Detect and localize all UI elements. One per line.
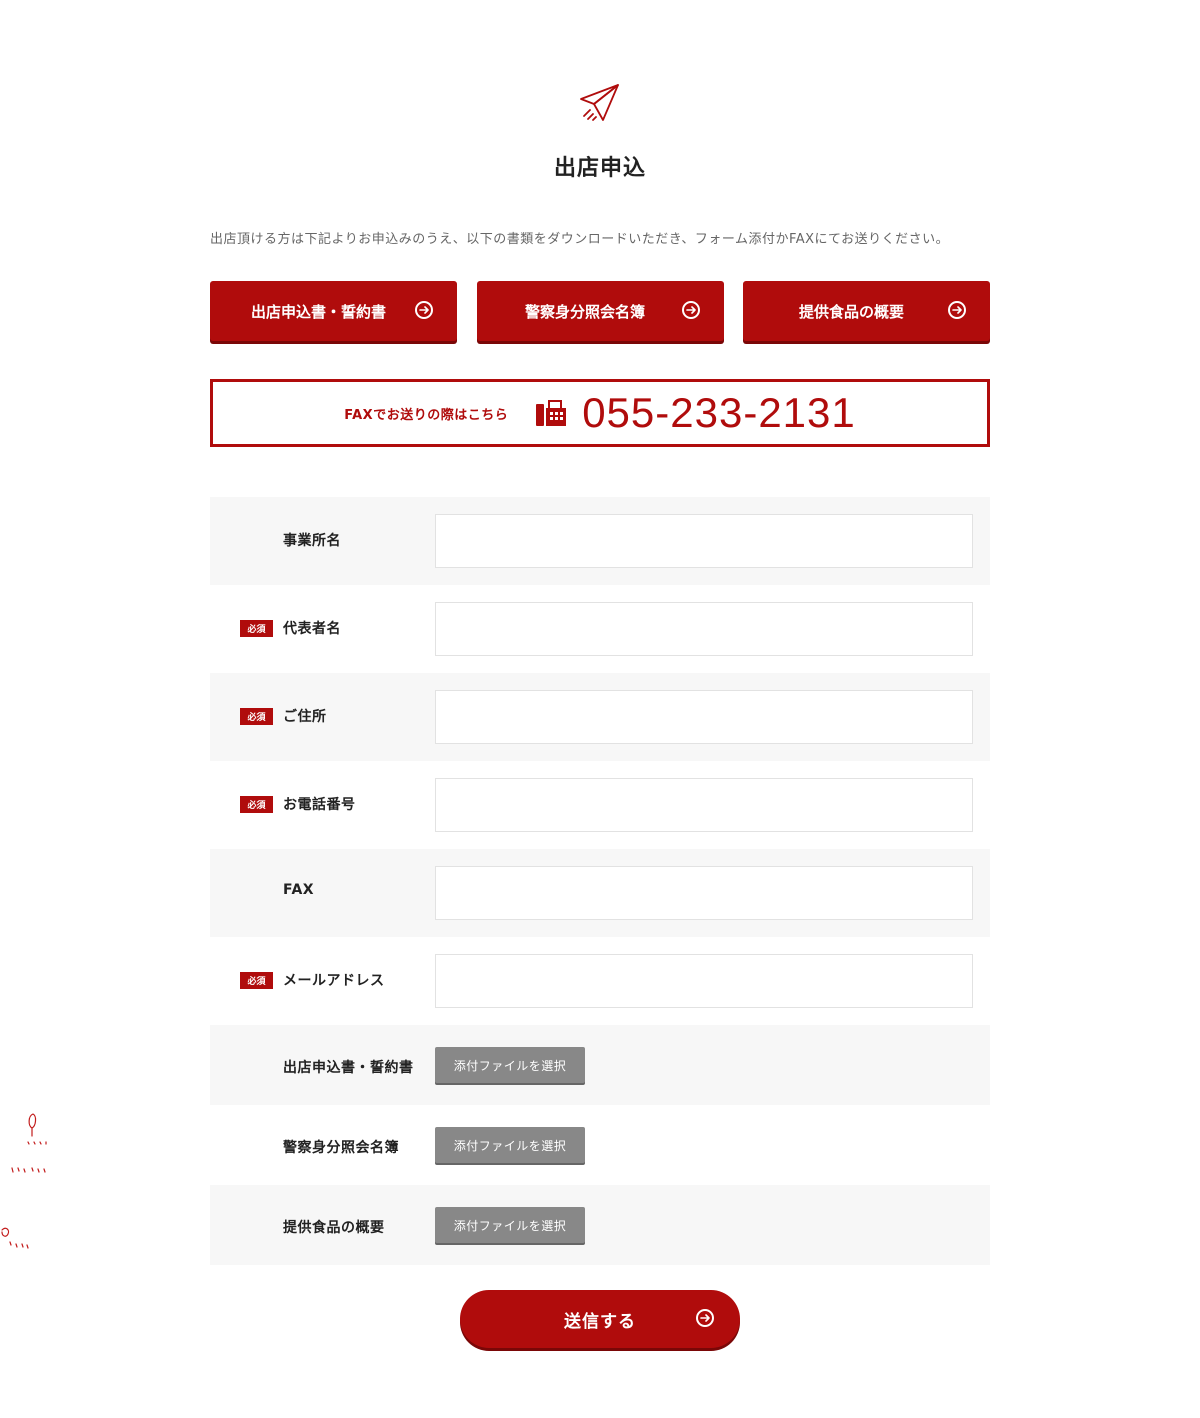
attach-police-list-file-button[interactable]: 添付ファイルを選択 — [435, 1127, 585, 1163]
representative-input[interactable] — [435, 602, 973, 656]
download-food-summary-button[interactable]: 提供食品の概要 — [743, 281, 990, 341]
arrow-right-circle-icon — [696, 1309, 714, 1327]
attach-food-summary-label: 提供食品の概要 — [283, 1220, 385, 1236]
arrow-right-circle-icon — [681, 301, 700, 319]
representative-label: 代表者名 — [283, 621, 341, 637]
download-application-label: 出店申込書・誓約書 — [250, 302, 386, 321]
form-row-attach-food-summary: 提供食品の概要 添付ファイルを選択 — [210, 1185, 990, 1265]
address-input[interactable] — [435, 690, 973, 744]
fax-input[interactable] — [435, 866, 973, 920]
form-row-address: 必須 ご住所 — [210, 673, 990, 761]
required-badge: 必須 — [240, 620, 273, 637]
form-row-office-name: 事業所名 — [210, 497, 990, 585]
form-row-representative: 必須 代表者名 — [210, 585, 990, 673]
form-row-fax: FAX — [210, 849, 990, 937]
attach-police-list-label: 警察身分照会名簿 — [283, 1140, 399, 1156]
office-name-input[interactable] — [435, 514, 973, 568]
attach-application-file-button[interactable]: 添付ファイルを選択 — [435, 1047, 585, 1083]
submit-label: 送信する — [564, 1311, 636, 1332]
download-police-list-button[interactable]: 警察身分照会名簿 — [476, 281, 724, 341]
form-row-attach-application: 出店申込書・誓約書 添付ファイルを選択 — [210, 1025, 990, 1105]
form-row-email: 必須 メールアドレス — [210, 937, 990, 1025]
email-label: メールアドレス — [283, 973, 385, 989]
attach-food-summary-file-button[interactable]: 添付ファイルを選択 — [435, 1207, 585, 1243]
required-badge: 必須 — [240, 796, 273, 813]
paper-plane-icon — [580, 84, 619, 121]
form-row-phone: 必須 お電話番号 — [210, 761, 990, 849]
application-form: 事業所名 必須 代表者名 必須 ご住所 必須 お電話番号 FAX 必須 メールア… — [210, 497, 990, 1265]
submit-button[interactable]: 送信する — [460, 1290, 740, 1348]
download-application-button[interactable]: 出店申込書・誓約書 — [210, 281, 457, 341]
fax-info-box: FAXでお送りの際はこちら 055-233-2131 — [210, 379, 990, 447]
download-police-list-label: 警察身分照会名簿 — [524, 302, 645, 321]
intro-text: 出店頂ける方は下記よりお申込みのうえ、以下の書類をダウンロードいただき、フォーム… — [210, 232, 950, 247]
fax-number: 055-233-2131 — [582, 389, 856, 436]
required-badge: 必須 — [240, 708, 273, 725]
download-buttons: 出店申込書・誓約書 警察身分照会名簿 提供食品の概要 — [210, 281, 990, 341]
address-label: ご住所 — [283, 709, 327, 725]
decorative-doodle — [1, 1113, 47, 1249]
fax-machine-icon — [536, 400, 567, 426]
attach-application-label: 出店申込書・誓約書 — [283, 1060, 414, 1076]
phone-input[interactable] — [435, 778, 973, 832]
fax-note: FAXでお送りの際はこちら — [344, 407, 509, 423]
phone-label: お電話番号 — [283, 797, 356, 813]
download-food-summary-label: 提供食品の概要 — [798, 302, 904, 321]
fax-label: FAX — [283, 882, 315, 898]
page-title: 出店申込 — [553, 156, 646, 181]
arrow-right-circle-icon — [415, 301, 433, 319]
office-name-label: 事業所名 — [283, 533, 341, 549]
required-badge: 必須 — [240, 972, 273, 989]
form-row-attach-police-list: 警察身分照会名簿 添付ファイルを選択 — [210, 1105, 990, 1185]
email-input[interactable] — [435, 954, 973, 1008]
arrow-right-circle-icon — [948, 301, 966, 319]
